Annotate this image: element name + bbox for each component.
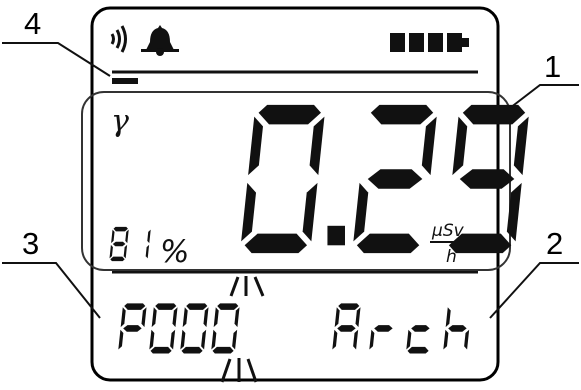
battery-percent [109, 226, 151, 262]
mode-label [332, 303, 470, 354]
segment-digit [145, 229, 151, 259]
percent-sign: % [160, 234, 189, 270]
indicator-mark [112, 78, 138, 84]
lcd-display-diagram: γ μSv h % 4 1 3 2 [2, 6, 579, 383]
gamma-symbol: γ [111, 104, 129, 139]
sound-icon [110, 25, 127, 53]
callout-2: 2 [546, 226, 563, 261]
segment-digit [109, 226, 129, 262]
decimal-point [327, 225, 345, 246]
segment-digit [118, 303, 147, 350]
segment-digit [332, 303, 361, 350]
segment-digit [353, 104, 437, 254]
segment-digit [241, 104, 325, 254]
callout-4: 4 [24, 6, 41, 41]
callout-3: 3 [22, 226, 39, 261]
bell-icon [141, 25, 179, 56]
unit-numerator: μSv [431, 221, 465, 241]
segment-digit [180, 303, 209, 354]
segment-digit [443, 307, 470, 350]
segment-digit [149, 303, 178, 354]
callout-1: 1 [544, 49, 561, 84]
segment-digit [211, 303, 240, 354]
segment-digit [369, 325, 394, 350]
blink-marks [220, 276, 265, 383]
segment-digit [406, 325, 431, 354]
program-code [118, 303, 240, 354]
unit-denominator: h [446, 247, 457, 267]
dose-rate-reading [241, 104, 529, 254]
battery-icon [390, 33, 469, 52]
